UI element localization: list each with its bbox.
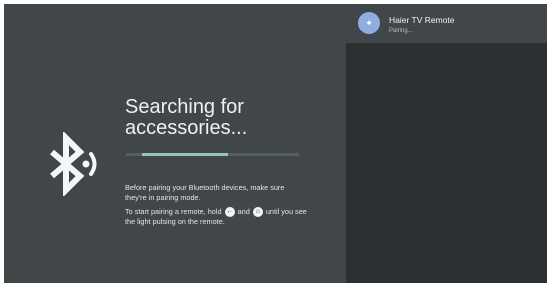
search-progress-bar [126,153,299,156]
title-line-1: Searching for [125,96,244,118]
page-title: Searching for accessories... [125,97,325,139]
bluetooth-searching-icon [50,132,97,196]
device-status: Pairing... [389,28,413,34]
home-icon: ⌂ [252,207,263,218]
instructions-text-part-1: To start pairing a remote, hold [125,207,222,216]
pairing-mode-instructions: Before pairing your Bluetooth devices, m… [125,183,285,202]
bluetooth-pairing-screen: Searching for accessories... Before pair… [4,4,547,283]
remote-pairing-instructions: To start pairing a remote, hold ← and ⌂ … [125,207,315,227]
instructions-and-text: and [237,207,250,216]
device-list-item[interactable]: ✦ Haier TV Remote Pairing... [346,4,547,43]
back-arrow-icon: ← [224,207,235,218]
remote-icon: ✦ [358,12,380,34]
device-list-panel: ✦ Haier TV Remote Pairing... [346,4,547,283]
search-progress-fill [142,153,228,156]
device-name: Haier TV Remote [389,15,455,25]
title-line-2: accessories... [125,117,248,139]
pairing-panel: Searching for accessories... Before pair… [4,4,346,283]
